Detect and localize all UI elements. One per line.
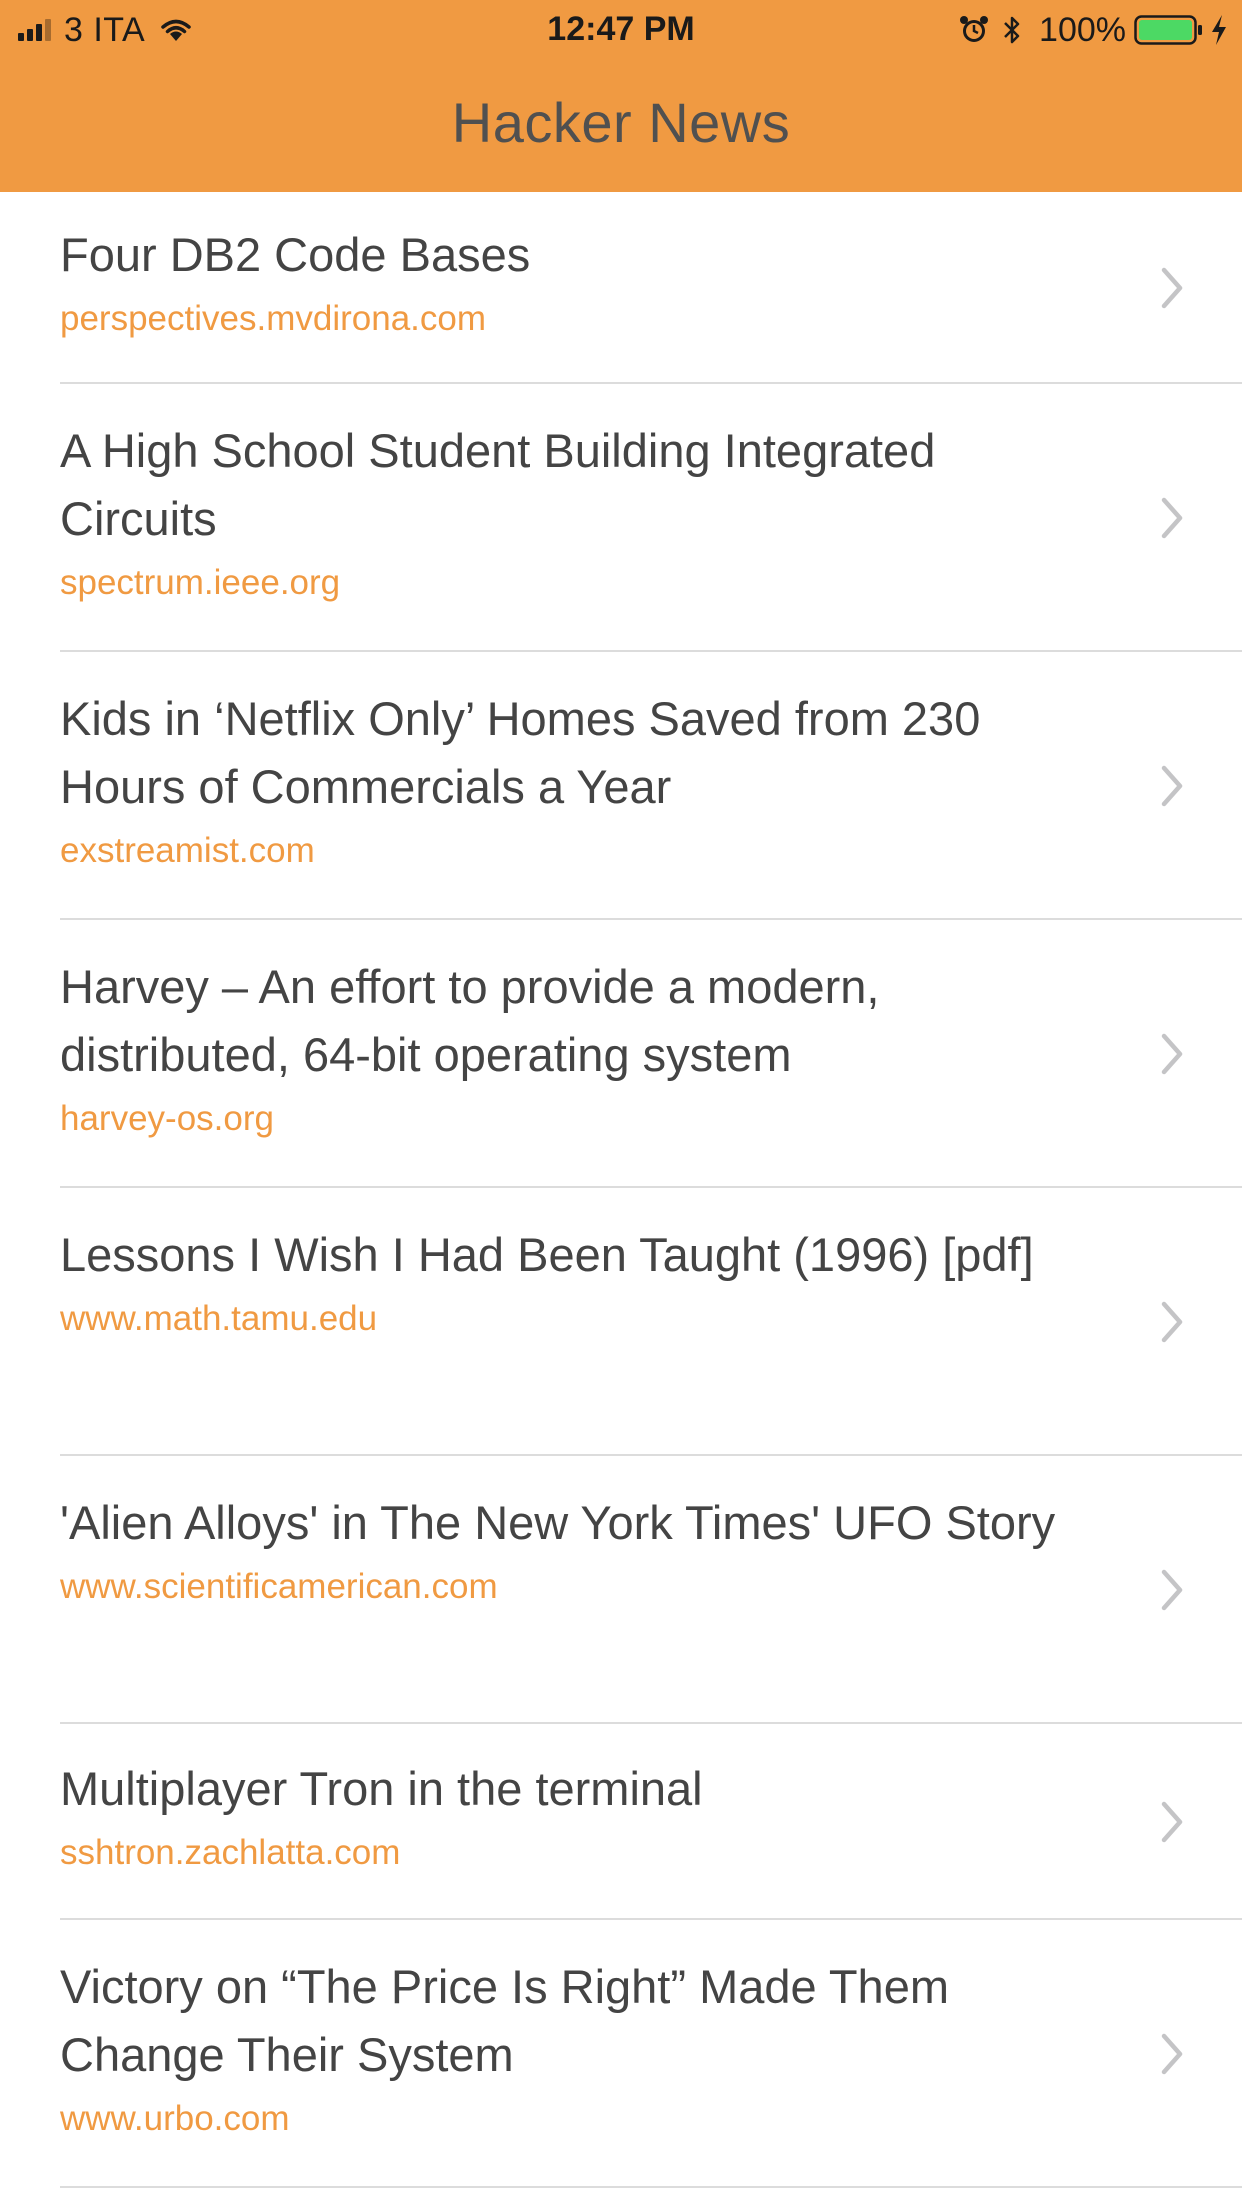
- story-row[interactable]: Harvey – An effort to provide a modern, …: [0, 920, 1242, 1188]
- story-row[interactable]: Kids in ‘Netflix Only’ Homes Saved from …: [0, 652, 1242, 920]
- story-title: Multiplayer Tron in the terminal: [60, 1762, 703, 1815]
- charging-bolt-icon: [1212, 15, 1226, 45]
- story-title: Harvey – An effort to provide a modern, …: [60, 960, 880, 1081]
- story-text: Multiplayer Tron in the terminal sshtron.…: [60, 1755, 1102, 1877]
- story-row[interactable]: Four DB2 Code Bases perspectives.mvdirona…: [0, 192, 1242, 384]
- story-text: Four DB2 Code Bases perspectives.mvdirona…: [60, 221, 1102, 343]
- story-title: A High School Student Building Integrate…: [60, 424, 936, 545]
- story-domain: www.urbo.com: [60, 2099, 290, 2138]
- story-title: Victory on “The Price Is Right” Made The…: [60, 1960, 949, 2081]
- story-text: 'Alien Alloys' in The New York Times' UF…: [60, 1489, 1102, 1611]
- alarm-icon: [960, 16, 989, 42]
- story-domain: www.math.tamu.edu: [60, 1299, 378, 1338]
- row-separator: [60, 2186, 1242, 2188]
- chevron-right-icon: [1161, 2033, 1183, 2075]
- story-text: Lessons I Wish I Had Been Taught (1996) …: [60, 1221, 1102, 1343]
- chevron-right-icon: [1161, 1301, 1183, 1343]
- story-list: Four DB2 Code Bases perspectives.mvdirona…: [0, 192, 1242, 2188]
- story-title: Lessons I Wish I Had Been Taught (1996) …: [60, 1228, 1034, 1281]
- story-domain: exstreamist.com: [60, 831, 315, 870]
- bluetooth-icon: [1004, 16, 1020, 44]
- story-text: A High School Student Building Integrate…: [60, 417, 1102, 607]
- story-domain: perspectives.mvdirona.com: [60, 299, 486, 338]
- story-row[interactable]: Multiplayer Tron in the terminal sshtron.…: [0, 1724, 1242, 1920]
- story-text: Kids in ‘Netflix Only’ Homes Saved from …: [60, 685, 1102, 875]
- chevron-right-icon: [1161, 267, 1183, 309]
- story-row[interactable]: 'Alien Alloys' in The New York Times' UF…: [0, 1456, 1242, 1724]
- chevron-right-icon: [1161, 765, 1183, 807]
- chevron-right-icon: [1161, 497, 1183, 539]
- story-row[interactable]: Lessons I Wish I Had Been Taught (1996) …: [0, 1188, 1242, 1456]
- battery-icon: [1134, 15, 1202, 45]
- chevron-right-icon: [1161, 1569, 1183, 1611]
- story-text: Victory on “The Price Is Right” Made The…: [60, 1953, 1102, 2143]
- page-title: Hacker News: [451, 91, 791, 154]
- story-row[interactable]: Victory on “The Price Is Right” Made The…: [0, 1920, 1242, 2188]
- story-title: 'Alien Alloys' in The New York Times' UF…: [60, 1496, 1056, 1549]
- story-title: Four DB2 Code Bases: [60, 228, 531, 281]
- chevron-right-icon: [1161, 1033, 1183, 1075]
- story-domain: www.scientificamerican.com: [60, 1567, 498, 1606]
- story-title: Kids in ‘Netflix Only’ Homes Saved from …: [60, 692, 981, 813]
- story-domain: spectrum.ieee.org: [60, 563, 341, 602]
- story-domain: sshtron.zachlatta.com: [60, 1833, 401, 1872]
- app-header: 3 ITA 12:47 PM 100% Hacker News: [0, 0, 1242, 192]
- story-text: Harvey – An effort to provide a modern, …: [60, 953, 1102, 1143]
- status-bar: 3 ITA 12:47 PM 100%: [0, 0, 1242, 62]
- battery-percentage: 100%: [1039, 10, 1126, 49]
- story-row[interactable]: A High School Student Building Integrate…: [0, 384, 1242, 652]
- story-domain: harvey-os.org: [60, 1099, 274, 1138]
- chevron-right-icon: [1161, 1801, 1183, 1843]
